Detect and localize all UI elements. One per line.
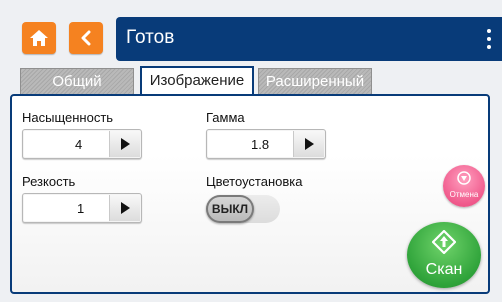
status-title-bar: Готов bbox=[116, 17, 502, 61]
play-right-icon bbox=[121, 202, 130, 214]
home-icon bbox=[30, 30, 48, 46]
saturation-next-button[interactable] bbox=[109, 131, 140, 157]
sharpness-value: 1 bbox=[77, 201, 85, 216]
sharpness-next-button[interactable] bbox=[109, 195, 140, 221]
gamma-value: 1.8 bbox=[251, 137, 270, 152]
chevron-left-icon bbox=[81, 30, 91, 46]
cancel-icon bbox=[457, 171, 471, 185]
play-right-icon bbox=[305, 138, 314, 150]
back-button[interactable] bbox=[69, 22, 103, 54]
sharpness-stepper[interactable]: 1 bbox=[22, 193, 142, 223]
saturation-label: Насыщенность bbox=[22, 110, 114, 125]
sharpness-label: Резкость bbox=[22, 174, 76, 189]
scan-diamond-icon bbox=[432, 230, 456, 254]
tab-advanced[interactable]: Расширенный bbox=[258, 68, 372, 96]
tab-image[interactable]: Изображение bbox=[140, 66, 254, 96]
color-setting-toggle[interactable]: ВЫКЛ bbox=[206, 195, 280, 223]
gamma-stepper[interactable]: 1.8 bbox=[206, 129, 326, 159]
scan-label: Скан bbox=[425, 261, 463, 278]
tab-general[interactable]: Общий bbox=[20, 68, 134, 96]
saturation-value: 4 bbox=[75, 137, 83, 152]
play-right-icon bbox=[121, 138, 130, 150]
more-vertical-icon[interactable] bbox=[486, 27, 492, 51]
gamma-label: Гамма bbox=[206, 110, 245, 125]
color-setting-label: Цветоустановка bbox=[206, 174, 303, 189]
scan-button[interactable]: Скан bbox=[407, 222, 481, 288]
toggle-knob: ВЫКЛ bbox=[206, 195, 254, 223]
cancel-button[interactable]: Отмена bbox=[443, 165, 485, 207]
home-button[interactable] bbox=[22, 22, 56, 54]
cancel-label: Отмена bbox=[449, 190, 479, 199]
gamma-next-button[interactable] bbox=[293, 131, 324, 157]
top-toolbar: Готов bbox=[0, 0, 502, 66]
status-title: Готов bbox=[126, 27, 175, 48]
saturation-stepper[interactable]: 4 bbox=[22, 129, 142, 159]
